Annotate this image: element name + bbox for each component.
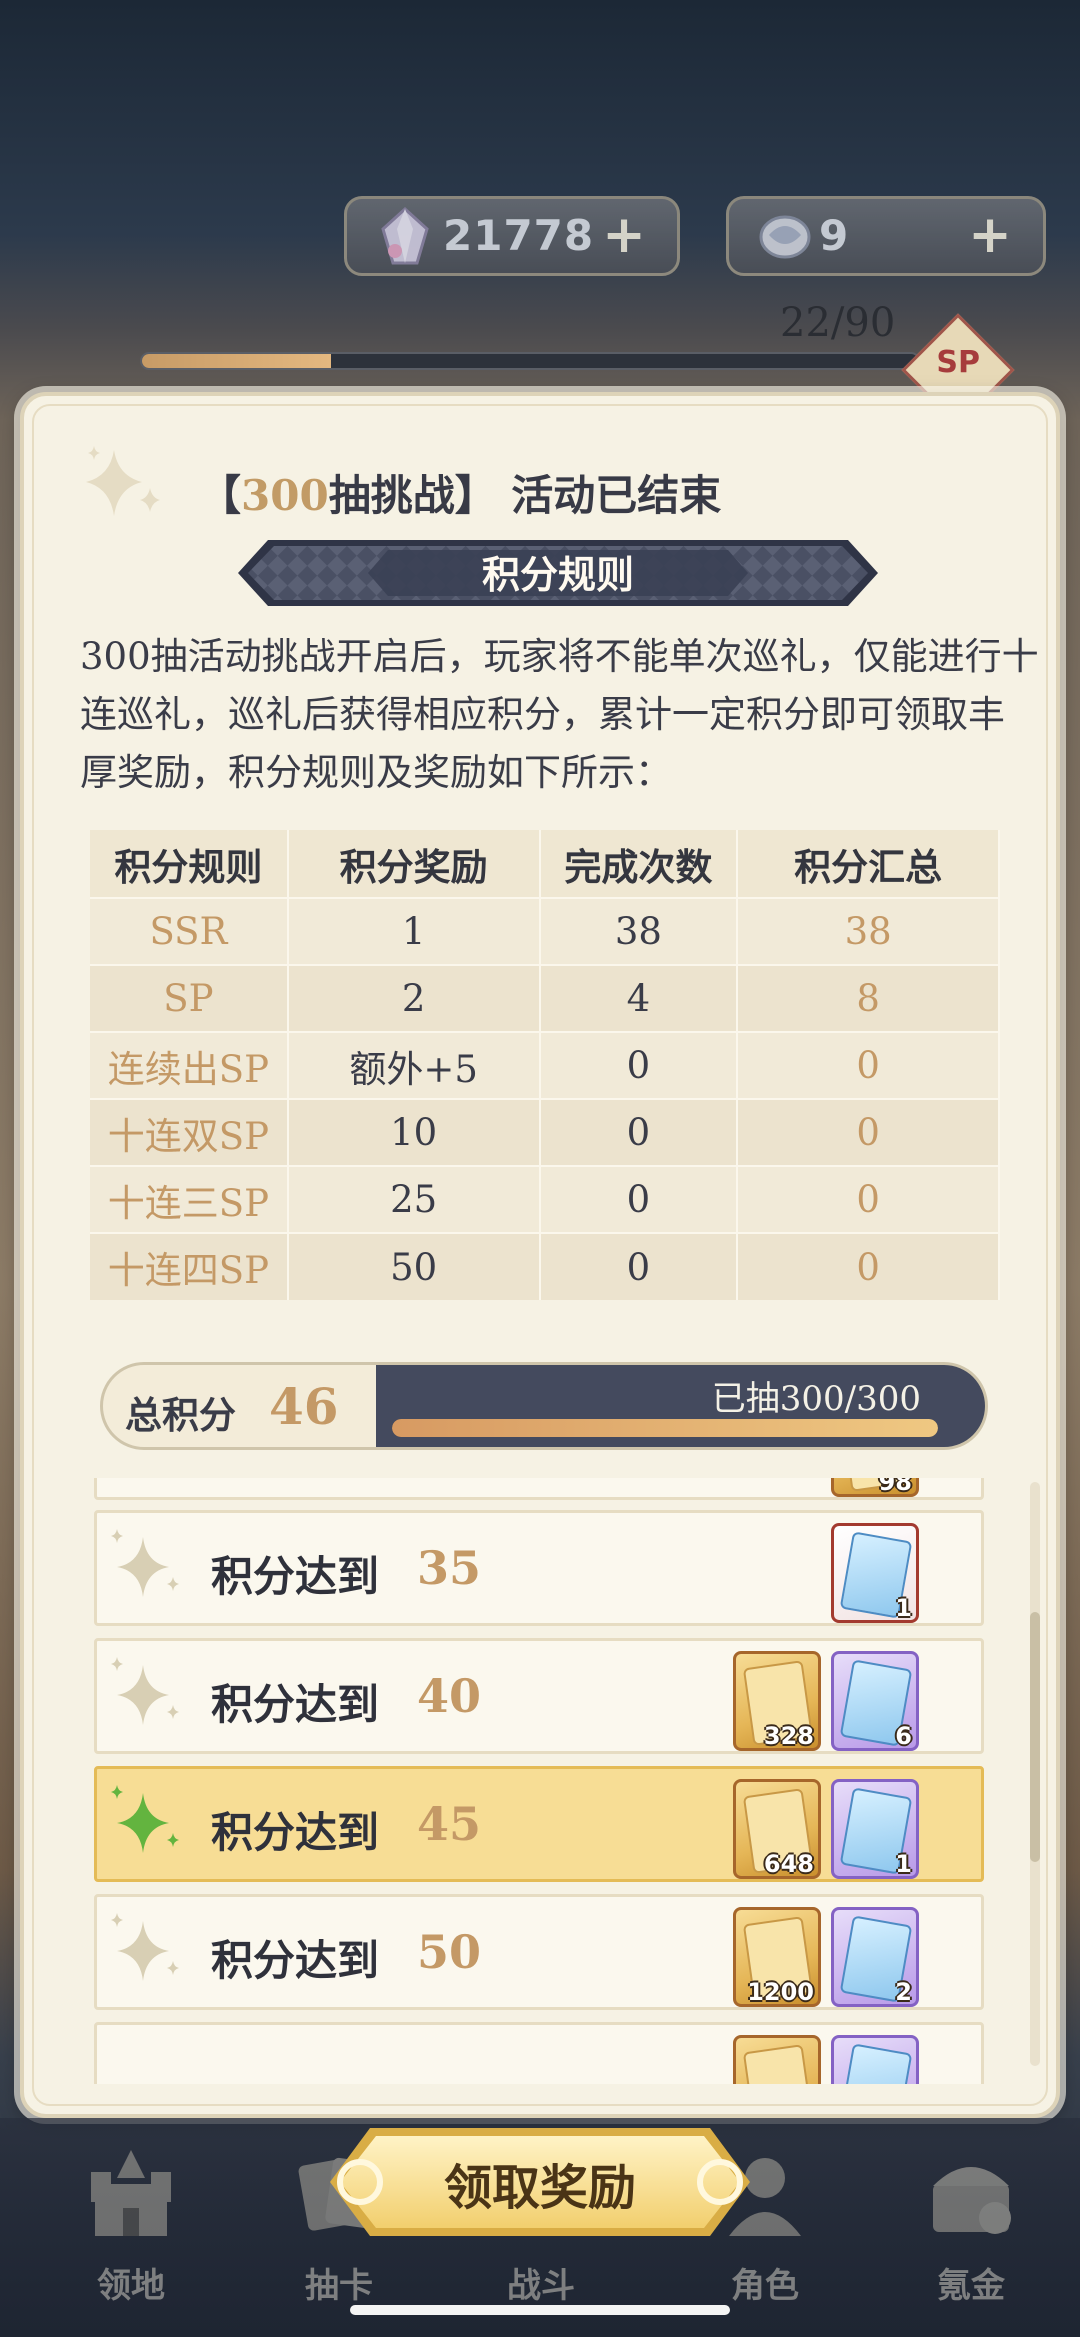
claim-reward-button[interactable]: 领取奖励 [330, 2120, 750, 2244]
table-row: SP 2 4 8 [90, 964, 1000, 1032]
reward-item-ticket[interactable]: 1 [831, 1523, 919, 1623]
nav-label: 氪金 [937, 2266, 1005, 2306]
table-row: 十连三SP 25 0 0 [90, 1165, 1000, 1233]
table-row: 十连双SP 10 0 0 [90, 1098, 1000, 1166]
reward-item-gold[interactable]: 648 [733, 1779, 821, 1879]
nav-label: 角色 [731, 2266, 799, 2306]
score-rules-table: 积分规则 积分奖励 完成次数 积分汇总 SSR 1 38 38 SP 2 4 8… [90, 830, 1000, 1300]
reward-label: 积分达到 [211, 1808, 380, 1857]
pity-counter: 22/90 [780, 300, 896, 346]
reward-row: 积分达到 40 328 6 [94, 1638, 984, 1754]
reward-item-ticket[interactable]: 2 [831, 1907, 919, 2007]
scroll-ticket-icon [759, 215, 811, 259]
sparkle-icon [111, 1785, 179, 1853]
nav-item-shop[interactable]: 氪金 [896, 2136, 1046, 2316]
reward-threshold: 35 [417, 1541, 482, 1595]
reward-label: 积分达到 [211, 1936, 380, 1985]
col-header-count: 完成次数 [539, 830, 739, 898]
reward-item-gold[interactable]: 328 [733, 1651, 821, 1751]
ticket-amount: 9 [819, 211, 850, 260]
draw-progress-box: 已抽300/300 [376, 1362, 988, 1450]
reward-item-ticket[interactable]: 6 [831, 1651, 919, 1751]
reward-list-scrollbar[interactable] [1030, 1482, 1040, 2066]
nav-label: 抽卡 [305, 2266, 373, 2306]
table-row: 十连四SP 50 0 0 [90, 1232, 1000, 1300]
reward-item-ticket[interactable] [831, 2035, 919, 2084]
claim-button-label: 领取奖励 [443, 2160, 636, 2216]
draw-count-text: 已抽300/300 [711, 1379, 921, 1419]
ticket-currency: 9 + [726, 196, 1046, 276]
crystal-amount: 21778 [443, 211, 595, 260]
reward-item-gold[interactable]: 1200 [733, 1907, 821, 2007]
reward-row: 积分达到 35 1 [94, 1510, 984, 1626]
castle-icon [91, 2150, 171, 2236]
pity-progress-bar [140, 352, 920, 370]
draw-progress-bar [392, 1419, 938, 1437]
total-score-bar: 总积分 46 已抽300/300 [100, 1362, 988, 1450]
col-header-total: 积分汇总 [737, 830, 1000, 898]
ticket-add-button[interactable]: + [963, 209, 1017, 263]
nav-label: 战斗 [507, 2266, 575, 2306]
col-header-reward: 积分奖励 [287, 830, 541, 898]
nav-label: 领地 [97, 2266, 165, 2306]
reward-item-gold[interactable] [733, 2035, 821, 2084]
reward-threshold: 50 [417, 1925, 482, 1979]
nav-item-territory[interactable]: 领地 [56, 2136, 206, 2316]
crystal-add-button[interactable]: + [597, 209, 651, 263]
total-score-box: 总积分 46 [100, 1362, 380, 1450]
crystal-currency: 21778 + [344, 196, 680, 276]
table-row: 连续出SP 额外+5 0 0 [90, 1031, 1000, 1099]
reward-label: 积分达到 [211, 1680, 380, 1729]
reward-item[interactable]: 98 [831, 1478, 919, 1497]
sparkle-icon [86, 446, 160, 516]
reward-row-partial [94, 2022, 984, 2084]
sparkle-icon [111, 1913, 179, 1981]
col-header-rule: 积分规则 [90, 830, 289, 898]
sparkle-icon [111, 1529, 179, 1597]
sparkle-icon [111, 1657, 179, 1725]
panel-title: 【300抽挑战】 活动已结束 [199, 471, 722, 520]
reward-row-partial: 98 [94, 1478, 984, 1500]
rule-banner-label: 积分规则 [481, 552, 634, 597]
reward-label: 积分达到 [211, 1552, 380, 1601]
reward-list[interactable]: 98 积分达到 35 1 积分达到 40 328 6 积分达到 45 648 1… [94, 1478, 984, 2084]
total-score-label: 总积分 [125, 1393, 236, 1437]
reward-threshold: 45 [417, 1797, 482, 1851]
rules-description: 300抽活动挑战开启后，玩家将不能单次巡礼，仅能进行十连巡礼，巡礼后获得相应积分… [80, 635, 1039, 794]
reward-item-ticket[interactable]: 1 [831, 1779, 919, 1879]
reward-row-claimable[interactable]: 积分达到 45 648 1 [94, 1766, 984, 1882]
table-row: SSR 1 38 38 [90, 897, 1000, 965]
treasure-chest-icon [933, 2167, 1011, 2234]
total-score-value: 46 [269, 1377, 339, 1436]
reward-threshold: 40 [417, 1669, 482, 1723]
crystal-icon [381, 206, 429, 265]
reward-row: 积分达到 50 1200 2 [94, 1894, 984, 2010]
home-indicator[interactable] [350, 2305, 730, 2315]
